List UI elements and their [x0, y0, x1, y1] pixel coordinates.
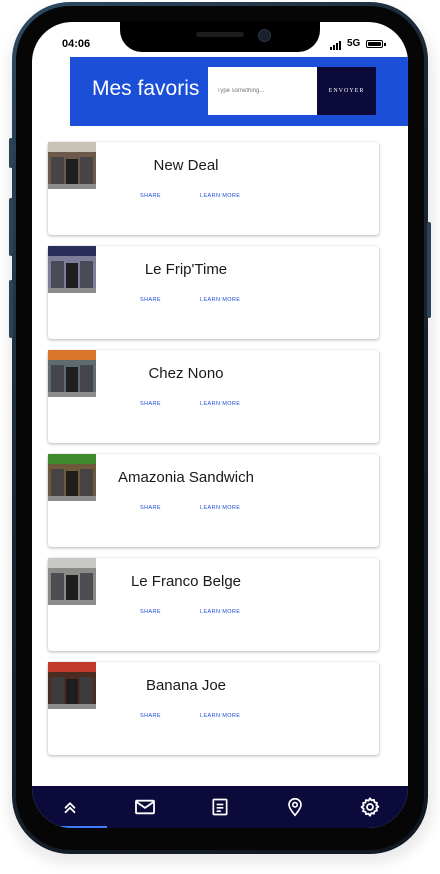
side-button [9, 138, 13, 168]
front-camera [258, 29, 271, 42]
favorite-card[interactable]: New Deal SHARE LEARN MORE [48, 142, 379, 235]
favorite-name: Le Frip'Time [144, 261, 228, 278]
page-header: Mes favoris ENVOYER [70, 57, 408, 126]
share-button[interactable]: SHARE [140, 505, 161, 511]
mail-icon [134, 798, 156, 816]
nav-item-location-pin[interactable] [258, 786, 333, 828]
sidewalk [48, 600, 96, 605]
share-button[interactable]: SHARE [140, 193, 161, 199]
status-time: 04:06 [62, 38, 91, 50]
sidewalk [48, 496, 96, 501]
shop-window [51, 573, 64, 601]
sidewalk [48, 704, 96, 709]
shop-photo [48, 142, 96, 189]
nav-item-document[interactable] [182, 786, 257, 828]
status-bar: 04:06 5G [32, 22, 408, 60]
send-button[interactable]: ENVOYER [317, 67, 376, 115]
favorite-card[interactable]: Le Frip'Time SHARE LEARN MORE [48, 246, 379, 339]
shop-window [80, 573, 93, 601]
shop-sign [48, 350, 96, 360]
favorite-card[interactable]: Chez Nono SHARE LEARN MORE [48, 350, 379, 443]
shop-sign [48, 246, 96, 256]
favorite-name: Chez Nono [148, 365, 224, 382]
speaker-grille [196, 32, 244, 37]
shop-photo [48, 454, 96, 501]
shop-window [51, 469, 64, 497]
sidewalk [48, 392, 96, 397]
share-button[interactable]: SHARE [140, 713, 161, 719]
share-button[interactable]: SHARE [140, 297, 161, 303]
phone-screen: 04:06 5G Mes favoris ENVOYER New Deal SHA… [32, 22, 408, 828]
shop-window [80, 677, 93, 705]
shop-window [80, 469, 93, 497]
battery-tip [384, 43, 386, 46]
power-button [427, 222, 431, 318]
favorite-name: Le Franco Belge [130, 573, 242, 590]
shop-window [80, 365, 93, 393]
favorite-card[interactable]: Amazonia Sandwich SHARE LEARN MORE [48, 454, 379, 547]
location-pin-icon [286, 797, 304, 817]
share-button[interactable]: SHARE [140, 401, 161, 407]
favorite-card[interactable]: Le Franco Belge SHARE LEARN MORE [48, 558, 379, 651]
document-icon [210, 797, 230, 817]
chevrons-up-icon [61, 798, 79, 816]
sidewalk [48, 184, 96, 189]
network-type: 5G [347, 38, 361, 49]
learn-more-button[interactable]: LEARN MORE [200, 609, 240, 615]
learn-more-button[interactable]: LEARN MORE [200, 193, 240, 199]
volume-up-button [9, 198, 13, 256]
bottom-navigation [32, 786, 408, 828]
learn-more-button[interactable]: LEARN MORE [200, 401, 240, 407]
share-button[interactable]: SHARE [140, 609, 161, 615]
volume-down-button [9, 280, 13, 338]
shop-photo [48, 662, 96, 709]
favorite-card[interactable]: Banana Joe SHARE LEARN MORE [48, 662, 379, 755]
gear-icon [359, 796, 381, 818]
learn-more-button[interactable]: LEARN MORE [200, 713, 240, 719]
favorite-name: New Deal [153, 157, 219, 174]
shop-photo [48, 350, 96, 397]
shop-photo [48, 558, 96, 605]
shop-sign [48, 454, 96, 464]
shop-sign [48, 662, 96, 672]
nav-item-mail[interactable] [107, 786, 182, 828]
signal-icon [330, 41, 341, 50]
shop-sign [48, 558, 96, 568]
page-title: Mes favoris [92, 77, 200, 100]
shop-photo [48, 246, 96, 293]
shop-window [51, 677, 64, 705]
nav-item-chevrons-up[interactable] [32, 786, 107, 828]
learn-more-button[interactable]: LEARN MORE [200, 297, 240, 303]
nav-item-gear[interactable] [333, 786, 408, 828]
favorite-name: Banana Joe [145, 677, 227, 694]
search-input[interactable] [208, 67, 317, 115]
favorites-list: New Deal SHARE LEARN MORE Le Frip'Time SHARE… [48, 142, 380, 766]
notch [120, 22, 320, 52]
shop-window [80, 157, 93, 185]
learn-more-button[interactable]: LEARN MORE [200, 505, 240, 511]
shop-window [51, 365, 64, 393]
battery-icon [366, 40, 383, 48]
sidewalk [48, 288, 96, 293]
shop-window [51, 261, 64, 289]
shop-sign [48, 142, 96, 152]
favorite-name: Amazonia Sandwich [118, 469, 254, 486]
shop-window [80, 261, 93, 289]
shop-window [51, 157, 64, 185]
